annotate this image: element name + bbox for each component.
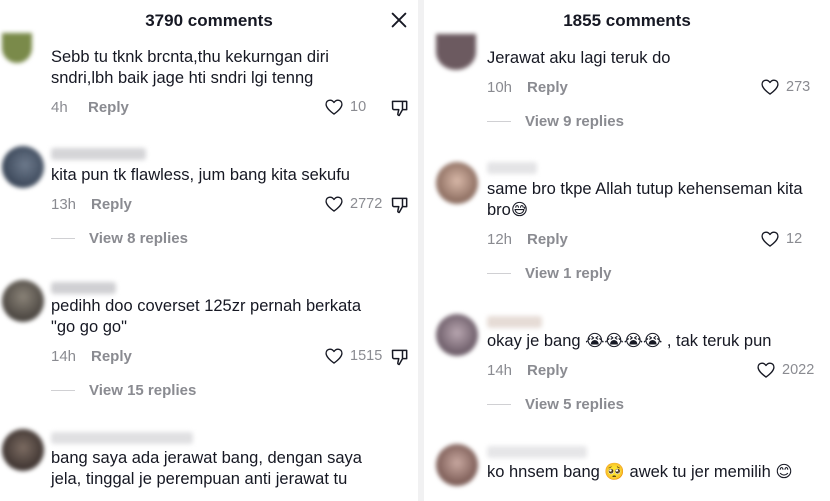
divider [487,273,511,274]
divider [487,404,511,405]
thumbs-down-icon[interactable] [390,98,410,118]
comment-text: Sebb tu tknk brcnta,thu kekurngan diri s… [51,48,329,87]
reply-button[interactable]: Reply [91,348,132,365]
view-replies-button[interactable]: View 8 replies [51,230,188,247]
comment-timestamp: 14h [51,348,77,365]
like-count: 1515 [350,348,383,364]
comments-panel-right: 1855 comments Jerawat aku lagi teruk do … [424,0,830,501]
comment-item: kita pun tk flawless, jum bang kita seku… [0,140,418,260]
reply-button[interactable]: Reply [527,79,568,96]
comments-panel-left: 3790 comments Sebb tu tknk brcnta,thu ke… [0,0,418,501]
avatar[interactable] [2,280,44,322]
comment-timestamp: 14h [487,362,513,379]
comment-item: okay je bang 😭😭😭😭 , tak teruk pun 14h Re… [424,310,830,430]
view-replies-label: View 1 reply [525,265,612,282]
like-button[interactable]: 12 [760,229,802,249]
view-replies-label: View 9 replies [525,113,624,130]
reply-button[interactable]: Reply [527,362,568,379]
comment-item: ko hnsem bang 🥺 awek tu jer memilih 😊 [424,442,830,501]
like-count: 2022 [782,362,815,378]
like-button[interactable]: 1515 [324,346,382,366]
view-replies-button[interactable]: View 1 reply [487,265,611,282]
view-replies-label: View 15 replies [89,382,197,399]
username [51,432,193,444]
divider [51,390,75,391]
reply-button[interactable]: Reply [88,99,129,116]
avatar[interactable] [436,162,478,204]
comment-text: kita pun tk flawless, jum bang kita seku… [51,166,350,184]
divider [487,121,511,122]
username [487,446,587,458]
heart-outline-icon [761,231,779,247]
comment-text: Jerawat aku lagi teruk do [487,49,671,67]
like-button[interactable]: 10 [324,97,366,117]
reply-button[interactable]: Reply [91,196,132,213]
comment-item: pedihh doo coverset 125zr pernah berkata… [0,272,418,412]
like-button[interactable]: 2772 [324,194,382,214]
heart-outline-icon [761,79,779,95]
view-replies-button[interactable]: View 9 replies [487,113,624,130]
username [487,162,537,174]
comment-text: ko hnsem bang 🥺 awek tu jer memilih 😊 [487,463,793,481]
thumbs-down-icon[interactable] [390,195,410,215]
username [487,316,542,328]
username [51,282,116,294]
comment-timestamp: 10h [487,79,513,96]
comment-text: bang saya ada jerawat bang, dengan saya … [51,449,362,488]
like-count: 10 [350,99,367,115]
divider [51,238,75,239]
heart-outline-icon [325,99,343,115]
view-replies-label: View 8 replies [89,230,188,247]
comment-item: same bro tkpe Allah tutup kehenseman kit… [424,158,830,288]
view-replies-button[interactable]: View 15 replies [51,382,196,399]
heart-outline-icon [325,196,343,212]
comment-timestamp: 12h [487,231,513,248]
avatar[interactable] [436,34,476,70]
comment-item: Sebb tu tknk brcnta,thu kekurngan diri s… [0,0,418,130]
comment-item: bang saya ada jerawat bang, dengan saya … [0,425,418,501]
avatar[interactable] [436,444,478,486]
like-button[interactable]: 273 [760,77,810,97]
comment-timestamp: 13h [51,196,77,213]
like-count: 2772 [350,196,383,212]
avatar[interactable] [436,314,478,356]
comment-text: same bro tkpe Allah tutup kehenseman kit… [487,180,803,219]
thumbs-down-icon[interactable] [390,347,410,367]
comment-text: okay je bang 😭😭😭😭 , tak teruk pun [487,332,772,350]
username [51,148,146,160]
avatar[interactable] [2,146,44,188]
avatar[interactable] [2,33,32,63]
like-count: 12 [786,231,803,247]
heart-outline-icon [325,348,343,364]
comment-item: Jerawat aku lagi teruk do 10h Reply 273 … [424,0,830,140]
comment-text: pedihh doo coverset 125zr pernah berkata… [51,297,362,336]
comment-timestamp: 4h [51,99,68,116]
avatar[interactable] [2,429,44,471]
view-replies-button[interactable]: View 5 replies [487,396,624,413]
like-button[interactable]: 2022 [756,360,814,380]
heart-outline-icon [757,362,775,378]
like-count: 273 [786,79,811,95]
view-replies-label: View 5 replies [525,396,624,413]
reply-button[interactable]: Reply [527,231,568,248]
